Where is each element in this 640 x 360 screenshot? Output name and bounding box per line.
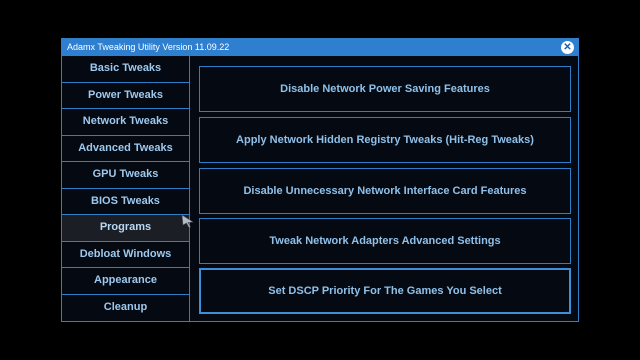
set-dscp-priority-button[interactable]: Set DSCP Priority For The Games You Sele… [199,268,571,314]
action-panel: Disable Network Power Saving Features Ap… [199,66,571,316]
sidebar-item-power-tweaks[interactable]: Power Tweaks [62,82,189,109]
sidebar-item-advanced-tweaks[interactable]: Advanced Tweaks [62,135,189,162]
app-window: Adamx Tweaking Utility Version 11.09.22 … [61,38,579,322]
disable-nic-features-button[interactable]: Disable Unnecessary Network Interface Ca… [199,168,571,214]
sidebar-item-bios-tweaks[interactable]: BIOS Tweaks [62,188,189,215]
sidebar-item-debloat-windows[interactable]: Debloat Windows [62,241,189,268]
tweak-network-adapters-button[interactable]: Tweak Network Adapters Advanced Settings [199,218,571,264]
sidebar-item-gpu-tweaks[interactable]: GPU Tweaks [62,162,189,189]
close-icon[interactable]: ✕ [561,41,574,54]
sidebar-item-cleanup[interactable]: Cleanup [62,294,189,321]
sidebar: Basic Tweaks Power Tweaks Network Tweaks… [62,56,190,321]
title-bar: Adamx Tweaking Utility Version 11.09.22 … [62,39,578,56]
disable-network-power-saving-button[interactable]: Disable Network Power Saving Features [199,66,571,112]
window-title: Adamx Tweaking Utility Version 11.09.22 [67,42,230,52]
sidebar-item-basic-tweaks[interactable]: Basic Tweaks [62,56,189,83]
sidebar-item-appearance[interactable]: Appearance [62,268,189,295]
sidebar-item-network-tweaks[interactable]: Network Tweaks [62,109,189,136]
apply-network-registry-tweaks-button[interactable]: Apply Network Hidden Registry Tweaks (Hi… [199,117,571,163]
sidebar-item-programs[interactable]: Programs [62,215,189,242]
mouse-pointer-icon [181,214,194,228]
